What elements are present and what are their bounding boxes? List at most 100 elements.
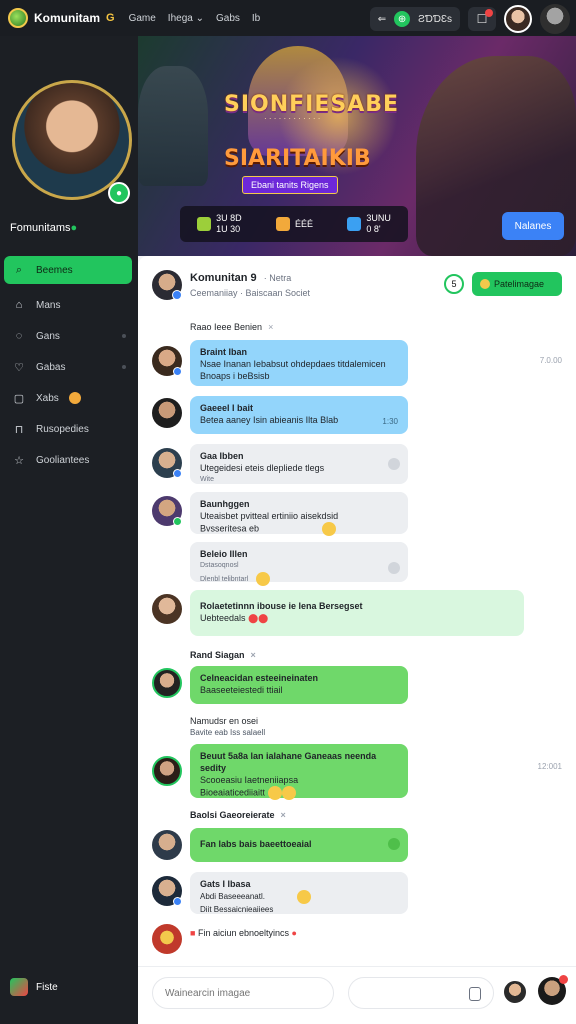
hero-banner[interactable]: SIONFIESABE · · · · · · · · · · · · SIAR… <box>138 36 576 256</box>
message-bubble[interactable]: Gaeeel I bait Betea aaney Isin abieanis … <box>190 396 408 434</box>
member-count-badge[interactable]: 5 <box>444 274 464 294</box>
banner-action-button[interactable]: Nalanes <box>502 212 564 240</box>
list-item[interactable]: Baunhggen Uteaisbet pvitteal ertiniio ai… <box>152 492 562 536</box>
search-icon: ⌕ <box>15 263 23 276</box>
sidebar-item-label: Mans <box>36 299 61 311</box>
sidebar-footer[interactable]: Fiste <box>10 978 58 996</box>
stat-3-top: 3UNU <box>366 213 391 223</box>
game-icon <box>10 978 28 996</box>
composer-avatar-2[interactable] <box>538 975 568 1005</box>
nav-ib[interactable]: Ib <box>252 13 260 24</box>
nav-game[interactable]: Game <box>129 13 156 24</box>
message-bubble[interactable]: Gaa Ibben Utegeidesi eteis dlepliede tle… <box>190 444 408 484</box>
chat-subtitle: Ceemaniiay · Baiscaan Societ <box>190 288 311 298</box>
group-label-text: Rand Siagan <box>190 650 245 660</box>
avatar[interactable] <box>152 830 182 860</box>
sidebar-item-rusopedies[interactable]: ⊓ Rusopedies <box>4 416 132 442</box>
message-text: Scooeasiu Iaetneniiapsa <box>200 775 299 785</box>
chat-icon: ◌ <box>15 330 23 342</box>
list-item[interactable]: Beleio Illen Dstasoqnosl Dlenbl telibnta… <box>152 542 562 586</box>
list-item[interactable]: Braint Iban Nsae Inanan Iebabsut ohdepda… <box>152 340 562 388</box>
banner-subtitle: · · · · · · · · · · · · <box>264 114 321 123</box>
sidebar-item-gooliantees[interactable]: ☆ Gooliantees <box>4 447 132 473</box>
list-item[interactable]: Beuut 5a8a lan ialahane Ganeaas neenda s… <box>152 744 562 800</box>
message-bubble[interactable]: Celneacidan esteeineinaten Baaseeteieste… <box>190 666 408 704</box>
message-bubble[interactable]: Baunhggen Uteaisbet pvitteal ertiniio ai… <box>190 492 408 536</box>
avatar[interactable] <box>152 594 182 624</box>
eye-icon[interactable] <box>388 562 400 574</box>
message-text: Uteaisbet pvitteal ertiniio aisekdsid <box>200 511 339 521</box>
avatar[interactable] <box>152 924 182 954</box>
message-bubble[interactable]: Beleio Illen Dstasoqnosl Dlenbl telibnta… <box>190 542 408 586</box>
sidebar-item-xabs[interactable]: ▢ Xabs <box>4 385 132 411</box>
message-text-2: Dlenbl telibntarl <box>200 572 398 586</box>
trophy-icon <box>275 217 290 231</box>
list-item[interactable]: Celneacidan esteeineinaten Baaseeteieste… <box>152 666 562 706</box>
status-dot <box>173 897 182 906</box>
list-item[interactable]: Gaeeel I bait Betea aaney Isin abieanis … <box>152 396 562 436</box>
chat-action-button[interactable]: Patelimagae <box>472 272 562 296</box>
character-avatar[interactable] <box>540 4 570 34</box>
list-item[interactable]: Gaa Ibben Utegeidesi eteis dlepliede tle… <box>152 444 562 486</box>
avatar[interactable] <box>152 448 182 478</box>
gem-icon <box>347 217 362 231</box>
edit-profile-icon[interactable]: ● <box>108 182 130 204</box>
nav-ihega[interactable]: Ihega ⌄ <box>168 13 204 24</box>
user-avatar[interactable] <box>504 5 532 33</box>
more-icon[interactable] <box>388 838 400 850</box>
sidebar-item-gans[interactable]: ◌ Gans <box>4 323 132 349</box>
list-item[interactable]: Gats I lbasa Abdi Baseeeanatl. Diit Bess… <box>152 872 562 916</box>
sidebar-item-gabas[interactable]: ♡ Gabas <box>4 354 132 380</box>
avatar[interactable] <box>152 756 182 786</box>
avatar[interactable] <box>152 496 182 526</box>
avatar[interactable] <box>152 876 182 906</box>
message-text: Betea aaney Isin abieanis Ilta Blab <box>200 415 339 425</box>
message-author: Fan labs bais baeettoeaial <box>200 839 312 849</box>
message-input[interactable] <box>152 977 334 1009</box>
star-icon: ☆ <box>14 454 24 467</box>
group-label: Baolsi Gaeoreierate × <box>190 810 286 820</box>
sidebar-footer-label: Fiste <box>36 981 58 993</box>
group-label: Raao Ieee Benien × <box>190 322 273 332</box>
message-text: Uebteedals ⬤⬤ <box>200 612 514 624</box>
chat-avatar[interactable] <box>152 270 182 300</box>
message-list[interactable]: Raao Ieee Benien × Braint Iban Nsae Inana… <box>138 320 576 960</box>
stat-2: ÉÉÉ <box>275 217 313 231</box>
message-bubble[interactable]: Fan labs bais baeettoeaial <box>190 828 408 862</box>
status-dot <box>172 290 182 300</box>
composer-avatar[interactable] <box>502 979 528 1005</box>
chat-action-label: Patelimagae <box>494 279 545 289</box>
nav-gabs[interactable]: Gabs <box>216 13 240 24</box>
message-author: Braint Iban <box>200 347 248 357</box>
group-label-text: Baolsi Gaeoreierate <box>190 810 275 820</box>
status-dot <box>173 469 182 478</box>
message-author: Rolaetetinnn ibouse ie lena Bersegset <box>200 601 363 611</box>
brand-name[interactable]: Komunitam <box>34 11 100 25</box>
message-text-2-label: Bvsseritesa eb <box>200 523 260 534</box>
message-author: Beleio Illen <box>200 549 248 559</box>
message-bubble[interactable]: Gats I lbasa Abdi Baseeeanatl. Diit Bess… <box>190 872 408 914</box>
avatar[interactable] <box>152 346 182 376</box>
list-item[interactable]: Fan labs bais baeettoeaial <box>152 828 562 864</box>
avatar[interactable] <box>152 398 182 428</box>
verified-icon: ● <box>70 222 78 234</box>
secondary-input[interactable] <box>348 977 494 1009</box>
message-bubble[interactable]: Beuut 5a8a lan ialahane Ganeaas neenda s… <box>190 744 408 800</box>
banner-title-secondary: SIARITAIKIB <box>224 146 371 171</box>
eye-icon[interactable] <box>388 458 400 470</box>
sidebar-item-beemes[interactable]: ⌕ Beemes <box>4 256 132 284</box>
sidebar-item-mans[interactable]: ⌂ Mans <box>4 292 132 318</box>
list-item[interactable]: ■ Fin aiciun ebnoeltyincs ● <box>152 924 562 954</box>
message-bubble[interactable]: Rolaetetinnn ibouse ie lena Bersegset Ue… <box>190 590 524 636</box>
list-item[interactable]: Rolaetetinnn ibouse ie lena Bersegset Ue… <box>152 590 562 638</box>
clipboard-icon[interactable] <box>469 987 481 1001</box>
balance-pill[interactable]: ⇐ ⊕ ƧƊƊƐs <box>369 7 460 31</box>
message-bubble[interactable]: Braint Iban Nsae Inanan Iebabsut ohdepda… <box>190 340 408 386</box>
message-text-label: Uebteedals <box>200 613 246 623</box>
avatar[interactable] <box>152 668 182 698</box>
app-logo[interactable] <box>8 8 28 28</box>
close-icon: × <box>280 810 286 820</box>
notification-button[interactable]: ☐ <box>468 7 496 31</box>
notification-dot <box>485 9 493 17</box>
chat-title-aux: · Netra <box>263 273 292 283</box>
